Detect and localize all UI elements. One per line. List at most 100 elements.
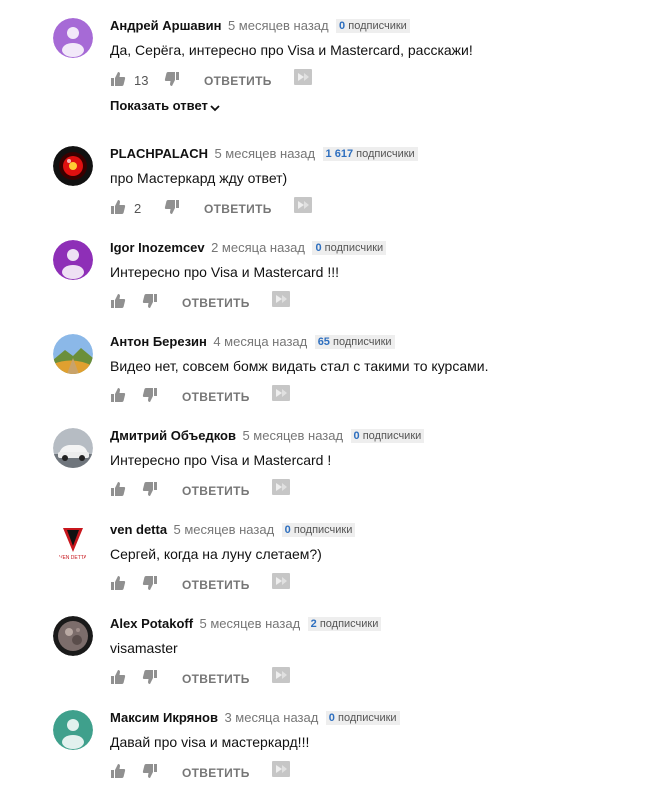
reply-button[interactable]: ОТВЕТИТЬ <box>182 390 250 404</box>
comment-meta: PLACHPALACH 5 месяцев назад 1 617 подпис… <box>110 146 635 162</box>
comment-time[interactable]: 2 месяца назад <box>211 240 305 255</box>
comment-text: Да, Серёга, интересно про Visa и Masterc… <box>110 42 473 58</box>
subscriber-badge: 0 подписчики <box>350 429 425 443</box>
share-icon[interactable] <box>272 573 290 594</box>
reply-button[interactable]: ОТВЕТИТЬ <box>204 74 272 88</box>
comment-author[interactable]: Максим Икрянов <box>110 710 218 725</box>
subscriber-badge: 0 подписчики <box>325 711 400 725</box>
comment-body: Максим Икрянов 3 месяца назад 0 подписчи… <box>110 710 635 780</box>
reply-button[interactable]: ОТВЕТИТЬ <box>182 484 250 498</box>
thumbs-up-icon[interactable] <box>110 669 126 690</box>
comment-item: PLACHPALACH 5 месяцев назад 1 617 подпис… <box>0 146 645 226</box>
thumbs-up-icon[interactable] <box>110 387 126 408</box>
comment-meta: Максим Икрянов 3 месяца назад 0 подписчи… <box>110 710 635 726</box>
reply-button[interactable]: ОТВЕТИТЬ <box>182 766 250 780</box>
svg-text:VEN DETTA: VEN DETTA <box>59 555 87 561</box>
thumbs-down-icon[interactable] <box>164 199 180 220</box>
comment-meta: Alex Potakoff 5 месяцев назад 2 подписчи… <box>110 616 635 632</box>
share-icon[interactable] <box>294 69 312 90</box>
subscriber-count: 0 <box>284 524 291 536</box>
thumbs-up-icon[interactable] <box>110 293 126 314</box>
share-icon[interactable] <box>272 291 290 312</box>
comment-meta: ven detta 5 месяцев назад 0 подписчики <box>110 522 635 538</box>
avatar[interactable] <box>53 240 93 280</box>
like-count: 13 <box>134 73 149 88</box>
subscriber-count: 2 <box>310 618 317 630</box>
thumbs-up-icon[interactable] <box>110 481 126 502</box>
comment-author[interactable]: Антон Березин <box>110 334 207 349</box>
avatar[interactable] <box>53 710 93 750</box>
comment-item: Максим Икрянов 3 месяца назад 0 подписчи… <box>0 710 645 790</box>
avatar[interactable] <box>53 428 93 468</box>
share-icon[interactable] <box>294 197 312 218</box>
comment-item: Igor Inozemcev 2 месяца назад 0 подписчи… <box>0 240 645 320</box>
avatar[interactable]: VEN DETTA <box>53 522 93 562</box>
share-icon[interactable] <box>272 761 290 782</box>
avatar[interactable] <box>53 18 93 58</box>
share-icon[interactable] <box>272 479 290 500</box>
avatar[interactable] <box>53 334 93 374</box>
comment-time[interactable]: 5 месяцев назад <box>228 18 329 33</box>
comment-text: Интересно про Visa и Mastercard ! <box>110 452 332 468</box>
thumbs-down-icon[interactable] <box>142 575 158 596</box>
comment-body: ven detta 5 месяцев назад 0 подписчики С… <box>110 522 635 592</box>
subscriber-label: подписчики <box>324 242 384 254</box>
subscriber-label: подписчики <box>348 20 407 32</box>
comment-body: Андрей Аршавин 5 месяцев назад 0 подписч… <box>110 18 635 113</box>
thumbs-down-icon[interactable] <box>142 293 158 314</box>
subscriber-badge: 0 подписчики <box>312 241 387 255</box>
subscriber-count: 0 <box>315 242 322 254</box>
thumbs-down-icon[interactable] <box>142 387 158 408</box>
comment-time[interactable]: 5 месяцев назад <box>174 522 275 537</box>
chevron-down-icon <box>210 105 220 112</box>
subscriber-count: 1 617 <box>325 148 354 160</box>
subscriber-label: подписчики <box>362 430 422 442</box>
comment-time[interactable]: 5 месяцев назад <box>200 616 301 631</box>
comment-text: Сергей, когда на луну слетаем?) <box>110 546 322 562</box>
thumbs-up-icon[interactable] <box>110 71 126 92</box>
thumbs-down-icon[interactable] <box>142 481 158 502</box>
comment-body: Антон Березин 4 месяца назад 65 подписчи… <box>110 334 635 404</box>
show-replies-label: Показать ответ <box>110 98 208 113</box>
comment-time[interactable]: 4 месяца назад <box>213 334 307 349</box>
comment-text: visamaster <box>110 640 178 656</box>
comment-meta: Антон Березин 4 месяца назад 65 подписчи… <box>110 334 635 350</box>
comment-author[interactable]: Igor Inozemcev <box>110 240 205 255</box>
reply-button[interactable]: ОТВЕТИТЬ <box>182 578 250 592</box>
reply-button[interactable]: ОТВЕТИТЬ <box>182 672 250 686</box>
comment-time[interactable]: 5 месяцев назад <box>214 146 315 161</box>
share-icon[interactable] <box>272 385 290 406</box>
comment-author[interactable]: Андрей Аршавин <box>110 18 222 33</box>
comment-text: Интересно про Visa и Mastercard !!! <box>110 264 340 280</box>
share-icon[interactable] <box>272 667 290 688</box>
subscriber-label: подписчики <box>319 618 379 630</box>
subscriber-badge: 65 подписчики <box>314 335 395 349</box>
thumbs-down-icon[interactable] <box>164 71 180 92</box>
comment-text: Давай про visa и мастеркард!!! <box>110 734 310 750</box>
comment-time[interactable]: 5 месяцев назад <box>242 428 343 443</box>
comment-time[interactable]: 3 месяца назад <box>224 710 318 725</box>
thumbs-down-icon[interactable] <box>142 669 158 690</box>
subscriber-label: подписчики <box>293 524 353 536</box>
comment-author[interactable]: PLACHPALACH <box>110 146 208 161</box>
subscriber-badge: 0 подписчики <box>281 523 356 537</box>
comment-body: Alex Potakoff 5 месяцев назад 2 подписчи… <box>110 616 635 686</box>
thumbs-up-icon[interactable] <box>110 199 126 220</box>
comment-author[interactable]: Дмитрий Объедков <box>110 428 236 443</box>
comment-meta: Igor Inozemcev 2 месяца назад 0 подписчи… <box>110 240 635 256</box>
avatar[interactable] <box>53 146 93 186</box>
comment-author[interactable]: Alex Potakoff <box>110 616 193 631</box>
comment-author[interactable]: ven detta <box>110 522 167 537</box>
show-replies-button[interactable]: Показать ответ <box>110 98 220 113</box>
comment-item: VEN DETTA ven detta 5 месяцев назад 0 по… <box>0 522 645 602</box>
thumbs-up-icon[interactable] <box>110 763 126 784</box>
subscriber-label: подписчики <box>333 336 392 348</box>
subscriber-badge: 0 подписчики <box>336 19 410 33</box>
reply-button[interactable]: ОТВЕТИТЬ <box>182 296 250 310</box>
thumbs-down-icon[interactable] <box>142 763 158 784</box>
subscriber-count: 65 <box>317 336 330 348</box>
thumbs-up-icon[interactable] <box>110 575 126 596</box>
reply-button[interactable]: ОТВЕТИТЬ <box>204 202 272 216</box>
avatar[interactable] <box>53 616 93 656</box>
comment-text: про Мастеркард жду ответ) <box>110 170 288 186</box>
